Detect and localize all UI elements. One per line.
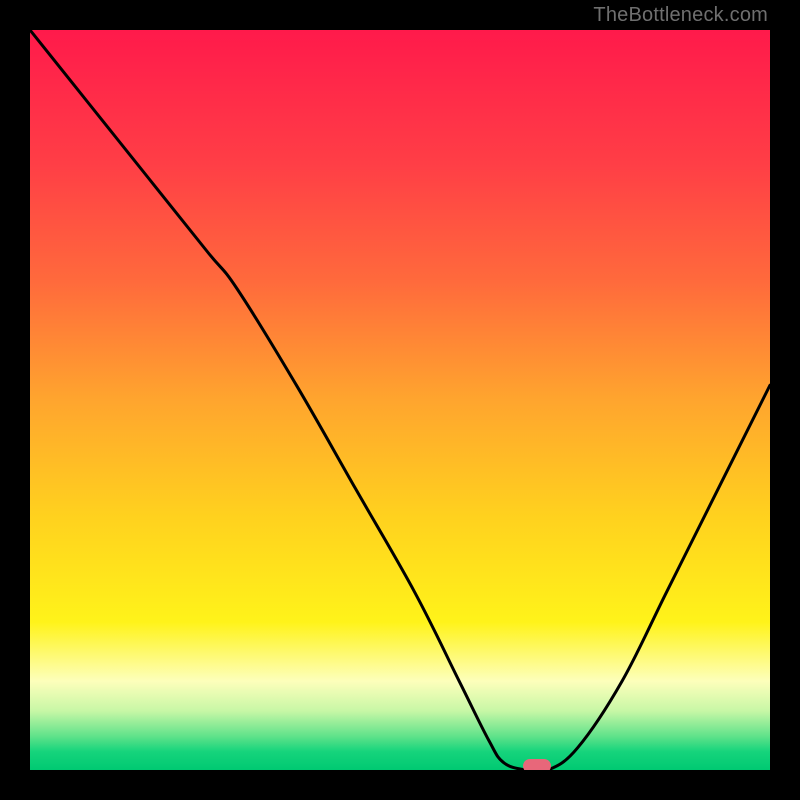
background-gradient: [30, 30, 770, 770]
optimal-point-marker: [523, 759, 551, 770]
chart-frame: TheBottleneck.com: [0, 0, 800, 800]
attribution-text: TheBottleneck.com: [593, 4, 768, 27]
plot-area: [30, 30, 770, 770]
